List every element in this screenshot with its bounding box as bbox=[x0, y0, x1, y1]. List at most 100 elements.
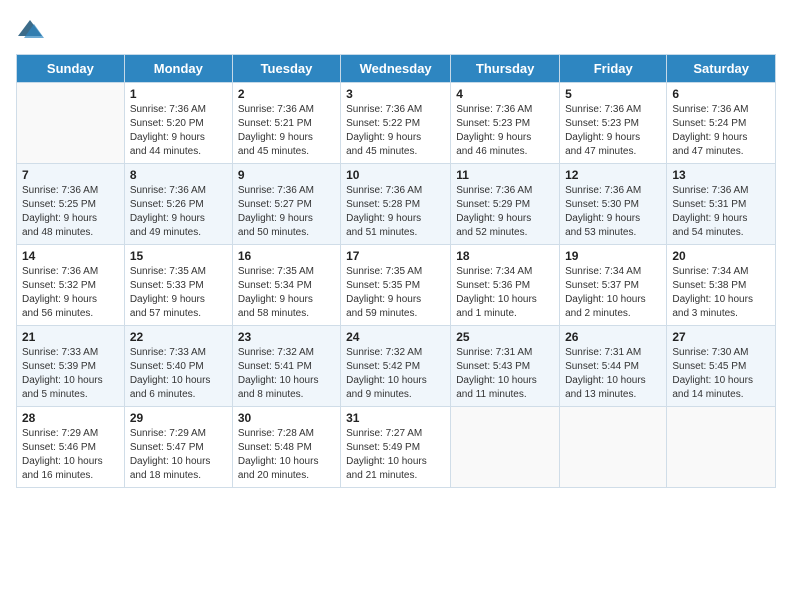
day-sun-info: Sunrise: 7:34 AM Sunset: 5:37 PM Dayligh… bbox=[565, 265, 661, 321]
calendar-cell: 11Sunrise: 7:36 AM Sunset: 5:29 PM Dayli… bbox=[451, 164, 560, 245]
day-sun-info: Sunrise: 7:35 AM Sunset: 5:35 PM Dayligh… bbox=[346, 265, 445, 321]
calendar-cell: 4 Sunrise: 7:36 AM Sunset: 5:23 PM Daylig… bbox=[451, 83, 560, 164]
calendar-cell: 12Sunrise: 7:36 AM Sunset: 5:30 PM Dayli… bbox=[560, 164, 667, 245]
day-number: 18 bbox=[456, 249, 554, 263]
day-sun-info: Sunrise: 7:36 AM Sunset: 5:26 PM Dayligh… bbox=[130, 184, 227, 240]
day-number: 29 bbox=[130, 411, 227, 425]
day-sun-info: Sunrise: 7:36 AM Sunset: 5:28 PM Dayligh… bbox=[346, 184, 445, 240]
weekday-header-monday: Monday bbox=[124, 55, 232, 83]
calendar-cell: 6 Sunrise: 7:36 AM Sunset: 5:24 PM Daylig… bbox=[667, 83, 776, 164]
calendar-cell: 13 Sunrise: 7:36 AM Sunset: 5:31 PM Dayli… bbox=[667, 164, 776, 245]
day-number: 27 bbox=[672, 330, 770, 344]
day-sun-info: Sunrise: 7:36 AM Sunset: 5:22 PM Dayligh… bbox=[346, 103, 445, 159]
day-number: 1 bbox=[130, 87, 227, 101]
weekday-header-tuesday: Tuesday bbox=[232, 55, 340, 83]
day-number: 7 bbox=[22, 168, 119, 182]
day-sun-info: Sunrise: 7:29 AM Sunset: 5:46 PM Dayligh… bbox=[22, 427, 119, 483]
calendar-week-row: 1 Sunrise: 7:36 AM Sunset: 5:20 PM Daylig… bbox=[17, 83, 776, 164]
day-number: 13 bbox=[672, 168, 770, 182]
calendar-cell: 27 Sunrise: 7:30 AM Sunset: 5:45 PM Dayli… bbox=[667, 326, 776, 407]
day-sun-info: Sunrise: 7:36 AM Sunset: 5:20 PM Dayligh… bbox=[130, 103, 227, 159]
calendar-cell: 31 Sunrise: 7:27 AM Sunset: 5:49 PM Dayli… bbox=[341, 407, 451, 488]
day-sun-info: Sunrise: 7:35 AM Sunset: 5:34 PM Dayligh… bbox=[238, 265, 335, 321]
day-sun-info: Sunrise: 7:36 AM Sunset: 5:23 PM Dayligh… bbox=[456, 103, 554, 159]
calendar-cell: 3 Sunrise: 7:36 AM Sunset: 5:22 PM Daylig… bbox=[341, 83, 451, 164]
calendar-cell: 14 Sunrise: 7:36 AM Sunset: 5:32 PM Dayli… bbox=[17, 245, 125, 326]
calendar-cell: 2 Sunrise: 7:36 AM Sunset: 5:21 PM Daylig… bbox=[232, 83, 340, 164]
day-sun-info: Sunrise: 7:36 AM Sunset: 5:30 PM Dayligh… bbox=[565, 184, 661, 240]
day-number: 9 bbox=[238, 168, 335, 182]
calendar-cell: 8 Sunrise: 7:36 AM Sunset: 5:26 PM Daylig… bbox=[124, 164, 232, 245]
calendar-header: SundayMondayTuesdayWednesdayThursdayFrid… bbox=[17, 55, 776, 83]
calendar-cell: 24 Sunrise: 7:32 AM Sunset: 5:42 PM Dayli… bbox=[341, 326, 451, 407]
day-number: 30 bbox=[238, 411, 335, 425]
day-number: 28 bbox=[22, 411, 119, 425]
calendar-week-row: 21 Sunrise: 7:33 AM Sunset: 5:39 PM Dayli… bbox=[17, 326, 776, 407]
day-number: 3 bbox=[346, 87, 445, 101]
day-sun-info: Sunrise: 7:36 AM Sunset: 5:25 PM Dayligh… bbox=[22, 184, 119, 240]
day-sun-info: Sunrise: 7:36 AM Sunset: 5:21 PM Dayligh… bbox=[238, 103, 335, 159]
day-sun-info: Sunrise: 7:36 AM Sunset: 5:24 PM Dayligh… bbox=[672, 103, 770, 159]
calendar-cell: 30 Sunrise: 7:28 AM Sunset: 5:48 PM Dayli… bbox=[232, 407, 340, 488]
day-number: 19 bbox=[565, 249, 661, 263]
day-sun-info: Sunrise: 7:30 AM Sunset: 5:45 PM Dayligh… bbox=[672, 346, 770, 402]
weekday-header-saturday: Saturday bbox=[667, 55, 776, 83]
day-number: 8 bbox=[130, 168, 227, 182]
day-number: 21 bbox=[22, 330, 119, 344]
calendar-cell: 10 Sunrise: 7:36 AM Sunset: 5:28 PM Dayli… bbox=[341, 164, 451, 245]
day-sun-info: Sunrise: 7:29 AM Sunset: 5:47 PM Dayligh… bbox=[130, 427, 227, 483]
calendar-cell: 22Sunrise: 7:33 AM Sunset: 5:40 PM Dayli… bbox=[124, 326, 232, 407]
day-sun-info: Sunrise: 7:31 AM Sunset: 5:43 PM Dayligh… bbox=[456, 346, 554, 402]
weekday-header-thursday: Thursday bbox=[451, 55, 560, 83]
calendar-cell bbox=[17, 83, 125, 164]
calendar-cell: 15Sunrise: 7:35 AM Sunset: 5:33 PM Dayli… bbox=[124, 245, 232, 326]
calendar-cell: 26Sunrise: 7:31 AM Sunset: 5:44 PM Dayli… bbox=[560, 326, 667, 407]
day-sun-info: Sunrise: 7:36 AM Sunset: 5:23 PM Dayligh… bbox=[565, 103, 661, 159]
day-number: 6 bbox=[672, 87, 770, 101]
day-number: 15 bbox=[130, 249, 227, 263]
calendar-body: 1 Sunrise: 7:36 AM Sunset: 5:20 PM Daylig… bbox=[17, 83, 776, 488]
logo-icon bbox=[16, 16, 44, 44]
calendar-cell bbox=[667, 407, 776, 488]
calendar-week-row: 7 Sunrise: 7:36 AM Sunset: 5:25 PM Daylig… bbox=[17, 164, 776, 245]
day-sun-info: Sunrise: 7:33 AM Sunset: 5:39 PM Dayligh… bbox=[22, 346, 119, 402]
day-number: 24 bbox=[346, 330, 445, 344]
calendar-cell: 7 Sunrise: 7:36 AM Sunset: 5:25 PM Daylig… bbox=[17, 164, 125, 245]
calendar-cell: 20Sunrise: 7:34 AM Sunset: 5:38 PM Dayli… bbox=[667, 245, 776, 326]
calendar-cell bbox=[560, 407, 667, 488]
calendar-table: SundayMondayTuesdayWednesdayThursdayFrid… bbox=[16, 54, 776, 488]
day-sun-info: Sunrise: 7:36 AM Sunset: 5:31 PM Dayligh… bbox=[672, 184, 770, 240]
day-sun-info: Sunrise: 7:32 AM Sunset: 5:42 PM Dayligh… bbox=[346, 346, 445, 402]
calendar-cell: 9 Sunrise: 7:36 AM Sunset: 5:27 PM Daylig… bbox=[232, 164, 340, 245]
day-number: 25 bbox=[456, 330, 554, 344]
calendar-cell: 19 Sunrise: 7:34 AM Sunset: 5:37 PM Dayli… bbox=[560, 245, 667, 326]
weekday-header-row: SundayMondayTuesdayWednesdayThursdayFrid… bbox=[17, 55, 776, 83]
calendar-cell: 21 Sunrise: 7:33 AM Sunset: 5:39 PM Dayli… bbox=[17, 326, 125, 407]
calendar-cell: 18Sunrise: 7:34 AM Sunset: 5:36 PM Dayli… bbox=[451, 245, 560, 326]
day-number: 17 bbox=[346, 249, 445, 263]
day-number: 16 bbox=[238, 249, 335, 263]
day-sun-info: Sunrise: 7:32 AM Sunset: 5:41 PM Dayligh… bbox=[238, 346, 335, 402]
day-number: 22 bbox=[130, 330, 227, 344]
day-sun-info: Sunrise: 7:28 AM Sunset: 5:48 PM Dayligh… bbox=[238, 427, 335, 483]
logo bbox=[16, 16, 48, 44]
day-number: 14 bbox=[22, 249, 119, 263]
calendar-cell: 28 Sunrise: 7:29 AM Sunset: 5:46 PM Dayli… bbox=[17, 407, 125, 488]
calendar-cell bbox=[451, 407, 560, 488]
day-sun-info: Sunrise: 7:36 AM Sunset: 5:32 PM Dayligh… bbox=[22, 265, 119, 321]
weekday-header-wednesday: Wednesday bbox=[341, 55, 451, 83]
day-number: 10 bbox=[346, 168, 445, 182]
calendar-cell: 25 Sunrise: 7:31 AM Sunset: 5:43 PM Dayli… bbox=[451, 326, 560, 407]
weekday-header-friday: Friday bbox=[560, 55, 667, 83]
day-number: 11 bbox=[456, 168, 554, 182]
day-number: 4 bbox=[456, 87, 554, 101]
day-sun-info: Sunrise: 7:27 AM Sunset: 5:49 PM Dayligh… bbox=[346, 427, 445, 483]
page-header bbox=[16, 16, 776, 44]
day-sun-info: Sunrise: 7:31 AM Sunset: 5:44 PM Dayligh… bbox=[565, 346, 661, 402]
calendar-cell: 16 Sunrise: 7:35 AM Sunset: 5:34 PM Dayli… bbox=[232, 245, 340, 326]
day-number: 31 bbox=[346, 411, 445, 425]
day-number: 2 bbox=[238, 87, 335, 101]
calendar-cell: 17 Sunrise: 7:35 AM Sunset: 5:35 PM Dayli… bbox=[341, 245, 451, 326]
day-sun-info: Sunrise: 7:36 AM Sunset: 5:27 PM Dayligh… bbox=[238, 184, 335, 240]
calendar-cell: 5Sunrise: 7:36 AM Sunset: 5:23 PM Daylig… bbox=[560, 83, 667, 164]
